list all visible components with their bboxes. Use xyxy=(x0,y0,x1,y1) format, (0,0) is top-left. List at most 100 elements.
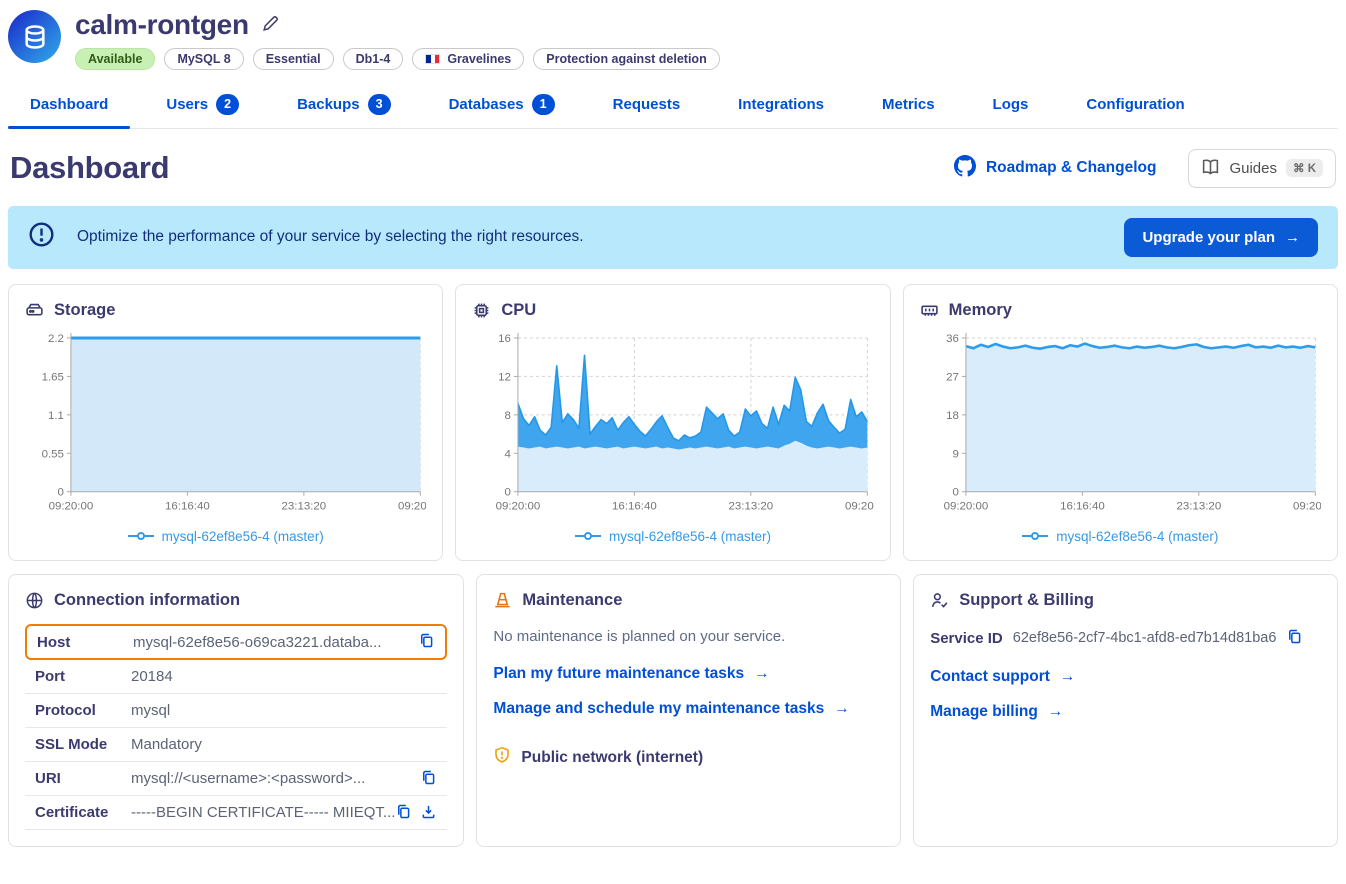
plan-badge: Essential xyxy=(253,48,334,70)
arrow-right-icon: → xyxy=(1060,668,1076,686)
svg-text:09:20:00: 09:20:00 xyxy=(49,500,94,512)
memory-card: Memory 0918273609:20:0016:16:4023:13:200… xyxy=(903,284,1338,562)
copy-certificate-button[interactable] xyxy=(395,803,412,823)
tab-metrics[interactable]: Metrics xyxy=(860,88,957,128)
connection-card: Connection information Host mysql-62ef8e… xyxy=(8,574,464,847)
tab-databases[interactable]: Databases1 xyxy=(427,88,577,128)
svg-text:16: 16 xyxy=(499,333,512,345)
memory-icon xyxy=(920,301,939,320)
badge-row: Available MySQL 8 Essential Db1-4 Gravel… xyxy=(75,48,720,70)
network-label: Public network (internet) xyxy=(521,749,703,767)
backups-count-badge: 3 xyxy=(368,94,391,115)
ssl-mode-row: SSL Mode Mandatory xyxy=(25,728,447,762)
maintenance-message: No maintenance is planned on your servic… xyxy=(493,628,884,645)
copy-service-id-button[interactable] xyxy=(1286,628,1303,648)
page: calm-rontgen Available MySQL 8 Essential… xyxy=(0,0,1346,847)
info-banner: Optimize the performance of your service… xyxy=(8,206,1338,269)
memory-chart: 0918273609:20:0016:16:4023:13:2009:20:00 xyxy=(920,328,1321,528)
svg-text:09:20:00: 09:20:00 xyxy=(496,500,541,512)
tab-backups[interactable]: Backups3 xyxy=(275,88,413,128)
page-title: Dashboard xyxy=(10,150,169,186)
contact-support-link[interactable]: Contact support → xyxy=(930,668,1075,686)
charts-row: Storage 00.551.11.652.209:20:0016:16:402… xyxy=(8,284,1338,562)
service-header: calm-rontgen Available MySQL 8 Essential… xyxy=(8,0,1338,70)
uri-row: URI mysql://<username>:<password>... xyxy=(25,762,447,796)
cpu-chart: 048121609:20:0016:16:4023:13:2009:20:00 xyxy=(472,328,873,528)
roadmap-changelog-link[interactable]: Roadmap & Changelog xyxy=(948,154,1163,183)
service-id-row: Service ID 62ef8e56-2cf7-4bc1-afd8-ed7b1… xyxy=(930,628,1321,648)
memory-title: Memory xyxy=(949,301,1012,320)
page-head: Dashboard Roadmap & Changelog Guides ⌘ K xyxy=(8,129,1338,202)
manage-billing-link[interactable]: Manage billing → xyxy=(930,703,1063,721)
svg-text:09:20:00: 09:20:00 xyxy=(1293,500,1321,512)
svg-text:16:16:40: 16:16:40 xyxy=(165,500,210,512)
host-row: Host mysql-62ef8e56-o69ca3221.databa... xyxy=(25,624,447,660)
storage-legend[interactable]: mysql-62ef8e56-4 (master) xyxy=(25,529,426,544)
connection-title: Connection information xyxy=(54,591,240,610)
arrow-right-icon: → xyxy=(754,665,770,683)
copy-host-button[interactable] xyxy=(418,632,435,652)
support-card: Support & Billing Service ID 62ef8e56-2c… xyxy=(913,574,1338,847)
plan-maintenance-link[interactable]: Plan my future maintenance tasks → xyxy=(493,665,769,683)
svg-text:09:20:00: 09:20:00 xyxy=(398,500,426,512)
storage-icon xyxy=(25,301,44,320)
maintenance-card: Maintenance No maintenance is planned on… xyxy=(476,574,901,847)
support-title: Support & Billing xyxy=(959,591,1094,610)
svg-text:0: 0 xyxy=(505,487,511,499)
service-id-label: Service ID xyxy=(930,630,1003,647)
cpu-legend[interactable]: mysql-62ef8e56-4 (master) xyxy=(472,529,873,544)
guides-button[interactable]: Guides ⌘ K xyxy=(1188,149,1336,188)
manage-maintenance-link[interactable]: Manage and schedule my maintenance tasks… xyxy=(493,700,849,718)
upgrade-plan-button[interactable]: Upgrade your plan → xyxy=(1124,218,1318,257)
region-badge: Gravelines xyxy=(412,48,524,70)
copy-icon xyxy=(1286,628,1303,648)
service-id-value: 62ef8e56-2cf7-4bc1-afd8-ed7b14d81ba6 xyxy=(1013,630,1277,646)
svg-text:12: 12 xyxy=(499,371,512,383)
storage-title: Storage xyxy=(54,301,115,320)
copy-icon xyxy=(395,803,412,823)
download-certificate-button[interactable] xyxy=(420,803,437,823)
traffic-cone-icon xyxy=(493,591,512,610)
svg-text:16:16:40: 16:16:40 xyxy=(1060,500,1105,512)
tab-dashboard[interactable]: Dashboard xyxy=(8,88,130,128)
github-icon xyxy=(954,155,976,182)
copy-uri-button[interactable] xyxy=(420,769,437,789)
globe-icon xyxy=(25,591,44,610)
tab-bar: Dashboard Users2 Backups3 Databases1 Req… xyxy=(8,88,1338,129)
tab-requests[interactable]: Requests xyxy=(591,88,703,128)
svg-text:16:16:40: 16:16:40 xyxy=(612,500,657,512)
service-title-block: calm-rontgen Available MySQL 8 Essential… xyxy=(75,10,720,70)
info-row: Connection information Host mysql-62ef8e… xyxy=(8,574,1338,847)
svg-text:0.55: 0.55 xyxy=(42,448,64,460)
cpu-icon xyxy=(472,301,491,320)
svg-text:18: 18 xyxy=(946,410,959,422)
tab-configuration[interactable]: Configuration xyxy=(1064,88,1206,128)
port-row: Port 20184 xyxy=(25,660,447,694)
shortcut-badge: ⌘ K xyxy=(1286,159,1323,177)
svg-text:1.1: 1.1 xyxy=(48,410,64,422)
maintenance-title: Maintenance xyxy=(522,591,622,610)
database-logo-icon xyxy=(8,10,61,63)
download-icon xyxy=(420,803,437,823)
tab-logs[interactable]: Logs xyxy=(971,88,1051,128)
copy-icon xyxy=(418,632,435,652)
copy-icon xyxy=(420,769,437,789)
book-icon xyxy=(1201,157,1220,180)
person-check-icon xyxy=(930,591,949,610)
svg-text:2.2: 2.2 xyxy=(48,333,64,345)
svg-text:23:13:20: 23:13:20 xyxy=(282,500,327,512)
svg-text:4: 4 xyxy=(505,448,512,460)
memory-legend[interactable]: mysql-62ef8e56-4 (master) xyxy=(920,529,1321,544)
svg-text:09:20:00: 09:20:00 xyxy=(845,500,873,512)
svg-text:23:13:20: 23:13:20 xyxy=(1176,500,1221,512)
svg-text:27: 27 xyxy=(946,371,959,383)
connection-rows: Host mysql-62ef8e56-o69ca3221.databa... … xyxy=(25,624,447,830)
edit-name-button[interactable] xyxy=(261,14,280,36)
svg-text:36: 36 xyxy=(946,333,959,345)
france-flag-icon xyxy=(425,54,440,64)
shield-warning-icon xyxy=(493,746,511,769)
tab-integrations[interactable]: Integrations xyxy=(716,88,846,128)
tab-users[interactable]: Users2 xyxy=(144,88,261,128)
svg-text:8: 8 xyxy=(505,410,511,422)
arrow-right-icon: → xyxy=(1048,703,1064,721)
